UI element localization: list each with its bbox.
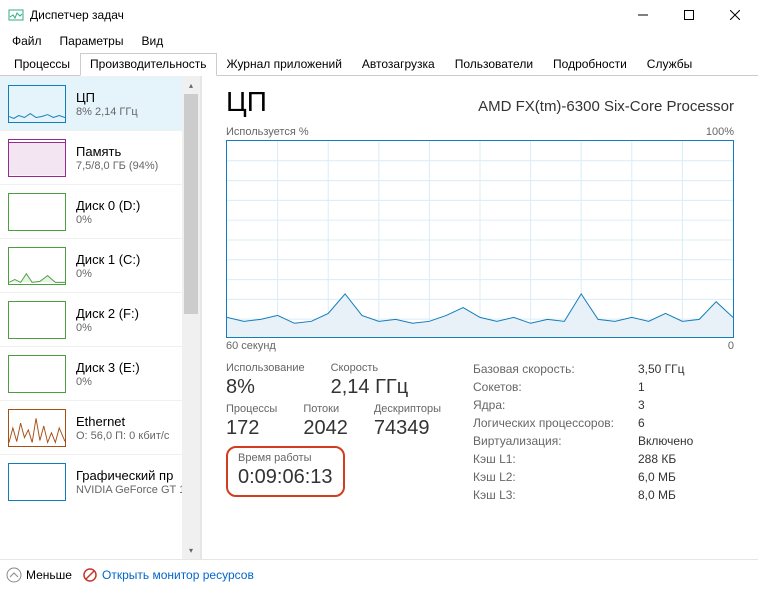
uptime-value: 0:09:06:13 (238, 466, 333, 489)
uptime-label: Время работы (238, 452, 333, 464)
sidebar-cpu-sub: 8% 2,14 ГГц (76, 106, 138, 118)
sidebar-disk2-title: Диск 2 (F:) (76, 306, 139, 321)
main-panel: ЦП AMD FX(tm)-6300 Six-Core Processor Ис… (202, 76, 758, 559)
fewer-details-label: Меньше (26, 568, 72, 582)
uptime-highlight: Время работы 0:09:06:13 (226, 446, 345, 497)
sidebar-cpu-title: ЦП (76, 90, 138, 105)
processes-value: 172 (226, 417, 277, 440)
sidebar-ethernet-title: Ethernet (76, 414, 169, 429)
l1-label: Кэш L1: (473, 452, 614, 466)
processes-label: Процессы (226, 403, 277, 415)
disk0-mini-chart (8, 193, 66, 231)
handles-value: 74349 (374, 417, 441, 440)
scrollbar-thumb[interactable] (184, 94, 198, 314)
l3-value: 8,0 МБ (638, 488, 693, 502)
base-speed-value: 3,50 ГГц (638, 362, 693, 376)
handles-label: Дескрипторы (374, 403, 441, 415)
threads-label: Потоки (303, 403, 348, 415)
sidebar-gpu-title: Графический пр (76, 468, 185, 483)
sidebar-item-ethernet[interactable]: Ethernet О: 56,0 П: 0 кбит/с (0, 400, 200, 454)
chevron-up-icon (6, 567, 22, 583)
app-icon (8, 7, 24, 23)
speed-value: 2,14 ГГц (331, 376, 409, 399)
tab-startup[interactable]: Автозагрузка (352, 53, 445, 76)
base-speed-label: Базовая скорость: (473, 362, 614, 376)
l1-value: 288 КБ (638, 452, 693, 466)
fewer-details-button[interactable]: Меньше (6, 567, 72, 583)
tab-app-history[interactable]: Журнал приложений (217, 53, 352, 76)
sidebar: ЦП 8% 2,14 ГГц Память 7,5/8,0 ГБ (94%) Д… (0, 76, 202, 559)
menu-options[interactable]: Параметры (52, 32, 132, 50)
tab-services[interactable]: Службы (637, 53, 702, 76)
sidebar-disk0-title: Диск 0 (D:) (76, 198, 140, 213)
window-title: Диспетчер задач (30, 8, 620, 22)
chart-time-zero: 0 (728, 340, 734, 352)
sidebar-memory-title: Память (76, 144, 158, 159)
gpu-mini-chart (8, 463, 66, 501)
menu-view[interactable]: Вид (133, 32, 171, 50)
ethernet-mini-chart (8, 409, 66, 447)
sidebar-item-disk1[interactable]: Диск 1 (C:) 0% (0, 238, 200, 292)
sidebar-disk2-sub: 0% (76, 322, 139, 334)
titlebar: Диспетчер задач (0, 0, 758, 30)
tab-users[interactable]: Пользователи (445, 53, 543, 76)
memory-mini-chart (8, 139, 66, 177)
sidebar-scrollbar[interactable]: ▴ ▾ (182, 76, 200, 559)
tab-details[interactable]: Подробности (543, 53, 637, 76)
maximize-button[interactable] (666, 0, 712, 30)
sidebar-item-disk0[interactable]: Диск 0 (D:) 0% (0, 184, 200, 238)
sidebar-gpu-sub: NVIDIA GeForce GT 1 (76, 484, 185, 496)
open-resource-monitor-label: Открыть монитор ресурсов (102, 568, 254, 582)
open-resource-monitor-link[interactable]: Открыть монитор ресурсов (82, 567, 254, 583)
l3-label: Кэш L3: (473, 488, 614, 502)
menu-file[interactable]: Файл (4, 32, 50, 50)
virt-value: Включено (638, 434, 693, 448)
disk3-mini-chart (8, 355, 66, 393)
sidebar-item-memory[interactable]: Память 7,5/8,0 ГБ (94%) (0, 130, 200, 184)
sidebar-item-gpu[interactable]: Графический пр NVIDIA GeForce GT 1 (0, 454, 200, 508)
sidebar-disk3-sub: 0% (76, 376, 140, 388)
scroll-down-arrow[interactable]: ▾ (182, 541, 200, 559)
threads-value: 2042 (303, 417, 348, 440)
usage-label: Использование (226, 362, 305, 374)
sidebar-disk3-title: Диск 3 (E:) (76, 360, 140, 375)
sidebar-disk1-title: Диск 1 (C:) (76, 252, 140, 267)
chart-util-label: Используется % (226, 126, 309, 138)
cpu-chart[interactable] (226, 140, 734, 338)
sockets-value: 1 (638, 380, 693, 394)
minimize-button[interactable] (620, 0, 666, 30)
chart-time-span: 60 секунд (226, 340, 276, 352)
sidebar-disk1-sub: 0% (76, 268, 140, 280)
sidebar-ethernet-sub: О: 56,0 П: 0 кбит/с (76, 430, 169, 442)
chart-util-max: 100% (706, 126, 734, 138)
footer: Меньше Открыть монитор ресурсов (0, 559, 758, 589)
disk2-mini-chart (8, 301, 66, 339)
speed-label: Скорость (331, 362, 409, 374)
l2-value: 6,0 МБ (638, 470, 693, 484)
disk1-mini-chart (8, 247, 66, 285)
sidebar-item-disk3[interactable]: Диск 3 (E:) 0% (0, 346, 200, 400)
cores-value: 3 (638, 398, 693, 412)
sockets-label: Сокетов: (473, 380, 614, 394)
tab-processes[interactable]: Процессы (4, 53, 80, 76)
monitor-icon (82, 567, 98, 583)
logical-label: Логических процессоров: (473, 416, 614, 430)
menubar: Файл Параметры Вид (0, 30, 758, 52)
cpu-model: AMD FX(tm)-6300 Six-Core Processor (478, 98, 734, 115)
usage-value: 8% (226, 376, 305, 399)
sidebar-item-disk2[interactable]: Диск 2 (F:) 0% (0, 292, 200, 346)
scroll-up-arrow[interactable]: ▴ (182, 76, 200, 94)
sidebar-memory-sub: 7,5/8,0 ГБ (94%) (76, 160, 158, 172)
logical-value: 6 (638, 416, 693, 430)
close-button[interactable] (712, 0, 758, 30)
cpu-title: ЦП (226, 86, 267, 118)
l2-label: Кэш L2: (473, 470, 614, 484)
cpu-mini-chart (8, 85, 66, 123)
cores-label: Ядра: (473, 398, 614, 412)
tabbar: Процессы Производительность Журнал прило… (0, 52, 758, 76)
virt-label: Виртуализация: (473, 434, 614, 448)
sidebar-item-cpu[interactable]: ЦП 8% 2,14 ГГц (0, 76, 200, 130)
sidebar-disk0-sub: 0% (76, 214, 140, 226)
tab-performance[interactable]: Производительность (80, 53, 216, 76)
